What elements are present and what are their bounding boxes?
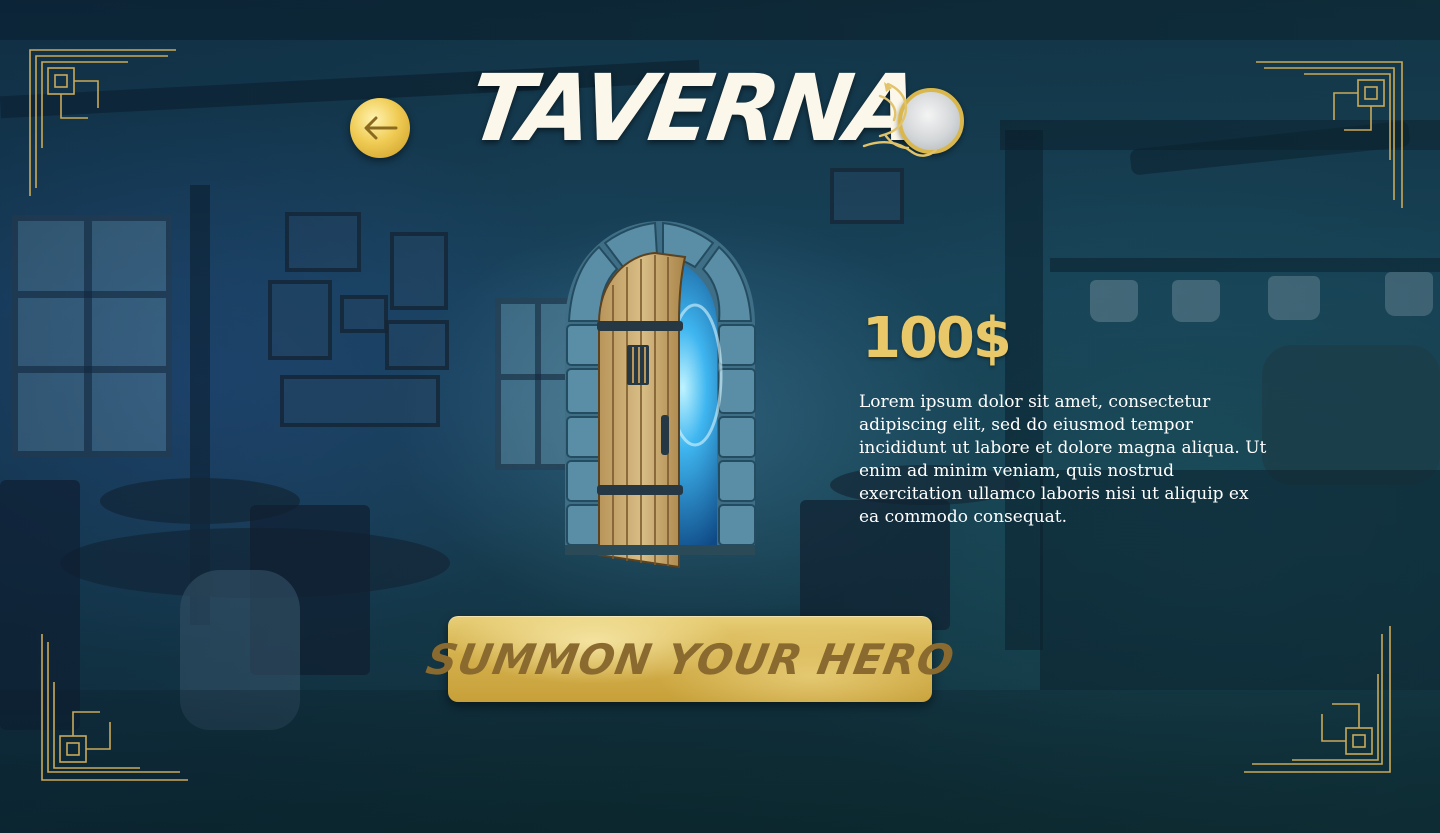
corner-ornament-top-right [1256, 61, 1403, 208]
corner-ornament-bottom-left [41, 634, 188, 781]
portal-door-image [555, 215, 765, 575]
dragon-emblem-icon [862, 82, 938, 157]
price-label: 100$ [862, 306, 1012, 371]
dragon-emblem-button[interactable] [858, 74, 964, 174]
portal-door-icon [565, 221, 756, 569]
summon-hero-button[interactable]: SUMMON YOUR HERO [422, 616, 958, 702]
offer-description: Lorem ipsum dolor sit amet, consectetur … [859, 392, 1267, 527]
page-title: TAVERNA [462, 55, 924, 162]
back-button[interactable] [350, 98, 410, 158]
summon-hero-label: SUMMON YOUR HERO [422, 634, 958, 684]
corner-ornament-bottom-right [1244, 626, 1391, 773]
arrow-left-icon [364, 116, 398, 140]
corner-ornament-top-left [29, 49, 176, 196]
